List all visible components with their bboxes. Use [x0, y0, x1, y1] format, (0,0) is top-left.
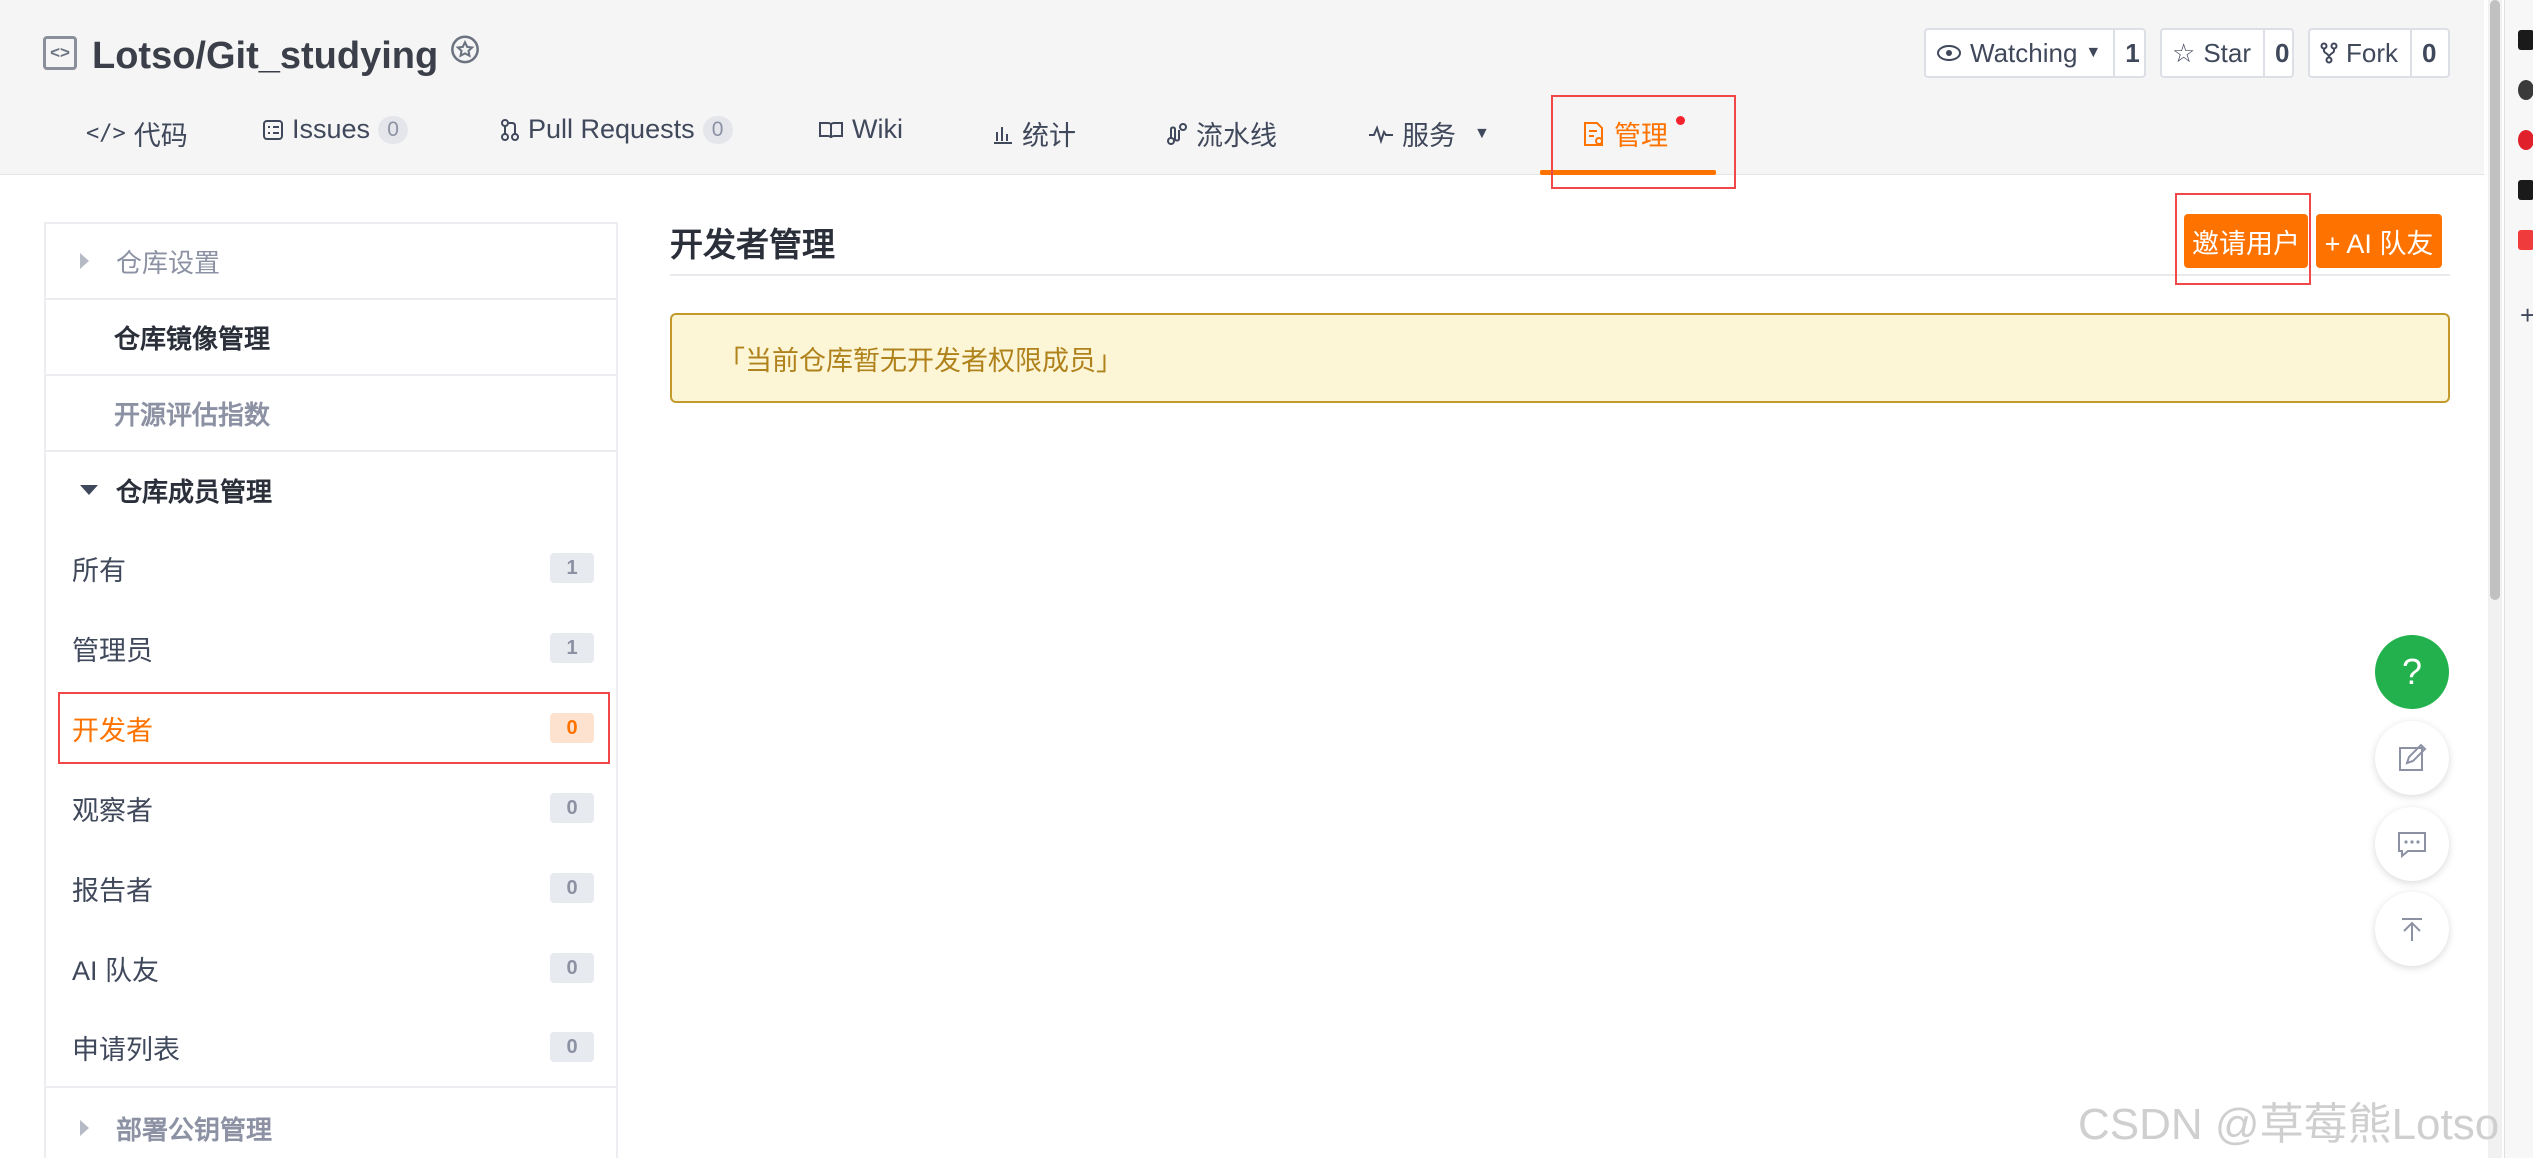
back-to-top-button[interactable] [2375, 892, 2449, 966]
fork-icon [2320, 42, 2338, 64]
tab-pull-requests[interactable]: Pull Requests 0 [500, 114, 733, 145]
sidebar-item-count: 1 [550, 633, 594, 663]
x-app-icon[interactable] [2518, 30, 2533, 50]
book-icon [819, 121, 843, 138]
sidebar-item-label: 开源评估指数 [114, 399, 271, 430]
sidebar-item-count: 0 [550, 1032, 594, 1062]
sidebar-item-reporter[interactable]: 报告者 0 [46, 848, 616, 928]
sidebar-item-count: 1 [550, 553, 594, 583]
sidebar-item-all[interactable]: 所有 1 [46, 528, 616, 608]
tab-label: Wiki [852, 114, 903, 144]
help-button[interactable]: ? [2375, 635, 2449, 709]
sidebar-item-oss-index[interactable]: 开源评估指数 [46, 376, 616, 452]
chat-button[interactable] [2375, 807, 2449, 881]
sidebar-group-members[interactable]: 仓库成员管理 [46, 452, 616, 528]
tab-pipeline[interactable]: 流水线 [1166, 114, 1277, 153]
sidebar-item-label: AI 队友 [72, 955, 160, 986]
tab-label: 统计 [1022, 121, 1076, 151]
extension-app-icon[interactable] [2518, 230, 2533, 250]
star-button[interactable]: ☆ Star 0 [2160, 28, 2294, 78]
tab-count: 0 [378, 115, 409, 144]
add-ai-teammate-button[interactable]: + AI 队友 [2316, 214, 2442, 268]
tab-code[interactable]: </> 代码 [86, 114, 188, 153]
page-title: 开发者管理 [670, 226, 835, 263]
sidebar-group-deploy-keys[interactable]: 部署公钥管理 [46, 1090, 616, 1166]
add-icon[interactable]: + [2520, 300, 2533, 331]
tab-wiki[interactable]: Wiki [818, 114, 903, 145]
sidebar-group-repo-settings[interactable]: 仓库设置 [46, 224, 616, 300]
sidebar: 仓库设置 仓库镜像管理 开源评估指数 仓库成员管理 所有 1 管理员 1 开发者… [44, 222, 618, 1158]
star-count[interactable]: 0 [2263, 30, 2299, 76]
fork-button[interactable]: Fork 0 [2308, 28, 2450, 78]
sidebar-item-label: 申请列表 [72, 1034, 180, 1065]
openai-app-icon[interactable] [2518, 80, 2533, 100]
highlight-box-developer [58, 692, 610, 764]
sidebar-item-observer[interactable]: 观察者 0 [46, 768, 616, 848]
tab-label: 代码 [133, 121, 188, 151]
browser-side-strip [2504, 0, 2533, 1158]
star-icon: ☆ [2172, 37, 2196, 68]
caret-down-icon: ▼ [1474, 124, 1490, 142]
caret-right-icon [80, 1120, 89, 1136]
empty-notice: 「当前仓库暂无开发者权限成员」 [670, 313, 2450, 403]
repo-title[interactable]: Lotso/Git_studying [92, 28, 438, 84]
highlight-box-invite [2175, 193, 2311, 285]
edit-feedback-icon [2399, 743, 2427, 771]
sidebar-item-count: 0 [550, 953, 594, 983]
sidebar-item-label: 仓库镜像管理 [114, 323, 271, 354]
highlight-box-manage-tab [1551, 95, 1736, 189]
scrollbar-thumb[interactable] [2490, 0, 2500, 600]
sidebar-group-label: 部署公钥管理 [116, 1114, 273, 1145]
sidebar-item-count: 0 [550, 873, 594, 903]
caret-down-icon [80, 485, 98, 495]
sidebar-group-label: 仓库设置 [116, 247, 221, 278]
watching-button[interactable]: Watching ▼ 1 [1924, 28, 2146, 78]
issues-icon [263, 119, 283, 140]
sidebar-item-count: 0 [550, 793, 594, 823]
tab-label: 服务 [1402, 121, 1456, 151]
sidebar-item-label: 管理员 [72, 635, 153, 666]
tab-label: 流水线 [1196, 121, 1277, 151]
back-to-top-icon [2402, 918, 2422, 941]
tiktok-app-icon[interactable] [2518, 180, 2533, 200]
tab-issues[interactable]: Issues 0 [262, 114, 409, 145]
sidebar-item-applications[interactable]: 申请列表 0 [46, 1008, 616, 1088]
code-icon: </> [86, 121, 126, 146]
tab-count: 0 [702, 115, 733, 144]
chat-icon [2398, 832, 2426, 858]
caret-right-icon [80, 253, 89, 269]
bar-chart-icon [994, 126, 1012, 144]
eye-icon [1937, 45, 1961, 61]
pull-request-icon [501, 118, 519, 141]
repo-tabs: </> 代码 Issues 0 Pull Requests 0 Wiki 统计 … [0, 98, 1800, 174]
fork-count[interactable]: 0 [2410, 30, 2446, 76]
sidebar-item-label: 观察者 [72, 795, 153, 826]
tab-label: Pull Requests [528, 114, 695, 144]
pipeline-icon [1167, 122, 1187, 145]
watching-label: Watching [1970, 37, 2078, 68]
caret-down-icon: ▼ [2085, 44, 2102, 61]
tab-label: Issues [292, 114, 371, 144]
code-brackets-icon: <> [43, 36, 77, 70]
sidebar-item-label: 报告者 [72, 875, 153, 906]
sidebar-item-mirror[interactable]: 仓库镜像管理 [46, 300, 616, 376]
sidebar-item-admin[interactable]: 管理员 1 [46, 608, 616, 688]
red-app-icon[interactable] [2518, 130, 2533, 150]
star-label: Star [2203, 37, 2251, 68]
sidebar-item-label: 所有 [72, 555, 126, 586]
sidebar-item-ai-teammate[interactable]: AI 队友 0 [46, 928, 616, 1008]
tab-services[interactable]: 服务 ▼ [1368, 114, 1490, 153]
feedback-button[interactable] [2375, 721, 2449, 795]
pulse-icon [1369, 124, 1393, 144]
tab-stats[interactable]: 统计 [992, 114, 1076, 153]
watching-count[interactable]: 1 [2113, 30, 2149, 76]
watermark: CSDN @草莓熊Lotso [2078, 1100, 2500, 1149]
sidebar-group-label: 仓库成员管理 [116, 476, 273, 507]
award-badge-icon[interactable] [446, 32, 484, 70]
fork-label: Fork [2346, 37, 2398, 68]
